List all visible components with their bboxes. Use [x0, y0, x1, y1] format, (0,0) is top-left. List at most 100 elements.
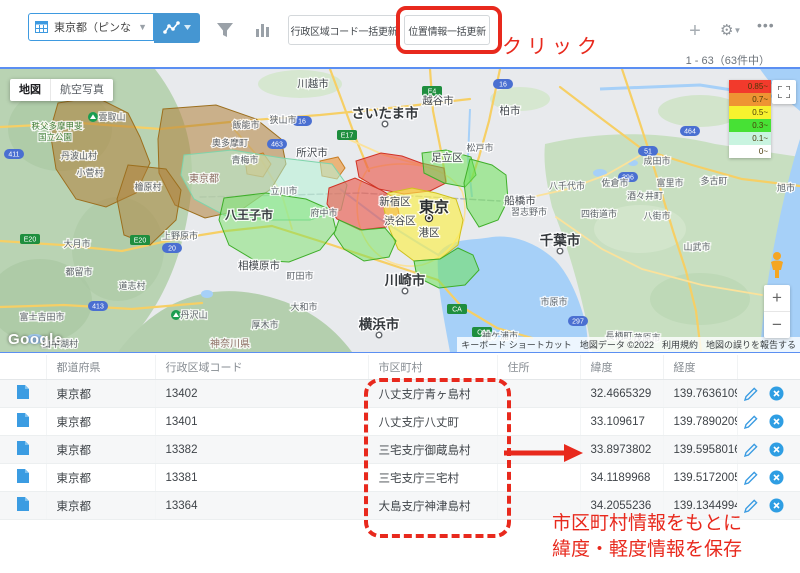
map-type-map[interactable]: 地図 [10, 79, 50, 101]
zoom-control: + − [764, 285, 790, 338]
map-label: 狭山市 [269, 114, 296, 125]
city-dot [556, 247, 564, 255]
col-header-admin-code[interactable]: 行政区域コード [155, 355, 369, 380]
terms-link[interactable]: 利用規約 [657, 337, 702, 352]
view-selector-group: 東京都（ピンなし） ▼ [28, 12, 200, 43]
map-label: 所沢市 [296, 146, 328, 159]
settings-button[interactable]: ⚙▼ [720, 21, 741, 39]
legend-entry: 0.1~ [729, 132, 771, 145]
edit-pencil-icon[interactable] [743, 442, 758, 457]
view-selector[interactable]: 東京都（ピンなし） ▼ [28, 13, 154, 41]
map-label: 富士吉田市 [19, 311, 64, 322]
fullscreen-button[interactable] [772, 80, 796, 104]
cell-actions [737, 463, 800, 492]
map-label: 佐倉市 [601, 177, 628, 188]
annotation-note: 市区町村情報をもとに 緯度・軽度情報を保存 [552, 511, 742, 563]
chart-button[interactable] [249, 17, 277, 43]
map-label: 府中市 [310, 207, 337, 218]
more-options-button[interactable]: ••• [757, 17, 775, 33]
map-label: 相模原市 [238, 259, 280, 272]
remove-pin-icon[interactable] [769, 386, 784, 401]
cell-longitude: 139.7636109 [663, 379, 738, 408]
capital-dot-inner [427, 216, 431, 220]
city-dot [381, 120, 389, 128]
city-dot [375, 331, 383, 339]
map-label: 港区 [419, 227, 440, 239]
map-view-toggle[interactable] [154, 12, 200, 43]
cell-admin-code: 13381 [155, 463, 369, 492]
map-label: 上野原市 [162, 230, 198, 241]
header-actions-col [737, 355, 800, 380]
map-label: 四街道市 [581, 208, 617, 219]
map-type-satellite[interactable]: 航空写真 [50, 79, 113, 101]
col-header-address[interactable]: 住所 [497, 355, 581, 380]
fullscreen-icon [778, 86, 790, 98]
col-header-longitude[interactable]: 経度 [663, 355, 738, 380]
col-header-latitude[interactable]: 緯度 [580, 355, 664, 380]
edit-pencil-icon[interactable] [743, 470, 758, 485]
col-header-prefecture[interactable]: 都道府県 [46, 355, 156, 380]
add-record-button[interactable]: + [683, 20, 707, 43]
cell-admin-code: 13364 [155, 491, 369, 520]
map-label: 習志野市 [511, 206, 547, 217]
map-label: 奥多摩町 [212, 137, 248, 148]
map-type-control: 地図 航空写真 [10, 79, 113, 101]
map-label: 柏市 [500, 104, 521, 117]
svg-text:E17: E17 [341, 133, 354, 140]
record-document-icon[interactable] [16, 385, 29, 399]
record-document-icon[interactable] [16, 469, 29, 483]
map-label: 東京都 [189, 172, 219, 185]
col-header-municipality[interactable]: 市区町村 [368, 355, 498, 380]
table-header-row: 都道府県 行政区域コード 市区町村 住所 緯度 経度 [0, 355, 800, 380]
report-error-link[interactable]: 地図の誤りを報告する [701, 337, 800, 352]
map-label: 山武市 [683, 241, 710, 252]
map-label: 東京 [419, 198, 449, 216]
map-canvas[interactable]: 14041116463E17E41651464296E20E2020413CAC… [0, 67, 800, 353]
annotation-dashed-box [364, 378, 511, 538]
zoom-in-button[interactable]: + [764, 285, 790, 312]
remove-pin-icon[interactable] [769, 470, 784, 485]
record-document-icon[interactable] [16, 497, 29, 511]
legend-entry: 0~ [729, 145, 771, 158]
remove-pin-icon[interactable] [769, 498, 784, 513]
bar-chart-icon [256, 24, 269, 37]
table-view-icon [35, 21, 48, 33]
svg-text:411: 411 [8, 152, 19, 159]
map-label: 千葉市 [540, 232, 581, 248]
map-label: 大和市 [290, 301, 317, 312]
cell-admin-code: 13402 [155, 379, 369, 408]
remove-pin-icon[interactable] [769, 442, 784, 457]
map-label: 新宿区 [379, 195, 411, 208]
map-label: 秩父多摩甲斐 [31, 121, 83, 131]
edit-pencil-icon[interactable] [743, 498, 758, 513]
batch-admin-code-button[interactable]: 行政区域コード一括更新 [288, 15, 400, 45]
svg-text:51: 51 [644, 149, 652, 156]
svg-text:297: 297 [572, 319, 584, 326]
map-data-label: 地図データ ©2022 [575, 337, 658, 352]
edit-pencil-icon[interactable] [743, 386, 758, 401]
map-label: 立川市 [270, 185, 297, 196]
remove-pin-icon[interactable] [769, 414, 784, 429]
record-document-icon[interactable] [16, 441, 29, 455]
record-document-icon[interactable] [16, 413, 29, 427]
zoom-out-button[interactable]: − [764, 312, 790, 338]
map-label: 国立公園 [38, 132, 72, 142]
map-label: 小菅村 [76, 167, 103, 178]
annotation-note-line2: 緯度・軽度情報を保存 [552, 539, 743, 560]
map-label: 越谷市 [422, 94, 454, 107]
pegman-icon[interactable] [766, 251, 788, 279]
map-label: 八王子市 [224, 207, 273, 222]
map-label: 市原市 [540, 296, 567, 307]
filter-button[interactable] [211, 17, 239, 43]
choropleth-legend: 0.85~ 0.7~ 0.5~ 0.3~ 0.1~ 0~ [729, 80, 771, 158]
edit-pencil-icon[interactable] [743, 414, 758, 429]
map-label: 川越市 [297, 77, 329, 90]
map-label: 川崎市 [384, 272, 426, 288]
map-label: 船橋市 [504, 194, 536, 207]
map-label: 雲取山 [98, 112, 125, 122]
record-detail-cell [0, 435, 47, 464]
map-label: 丹沢山 [180, 309, 207, 320]
cell-admin-code: 13401 [155, 407, 369, 436]
keyboard-shortcuts-link[interactable]: キーボード ショートカット [457, 337, 576, 352]
svg-text:CA: CA [452, 307, 462, 314]
